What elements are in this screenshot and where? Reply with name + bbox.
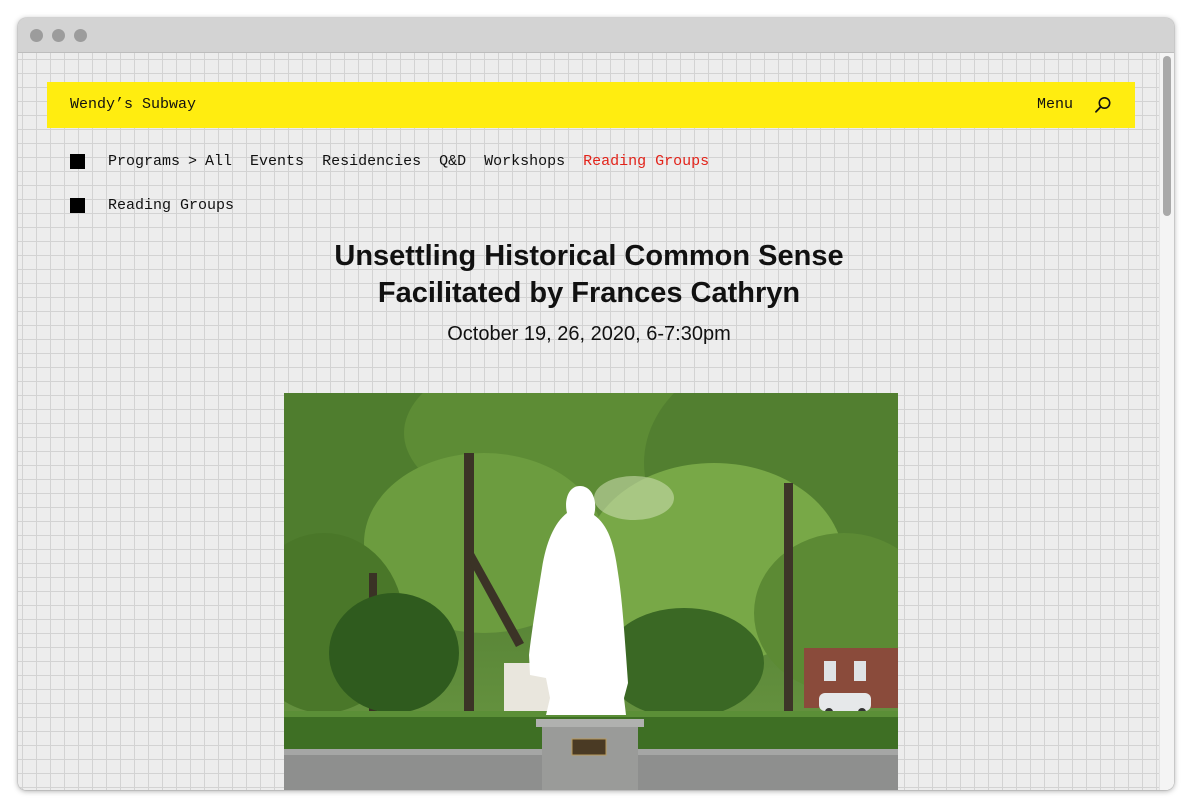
event-title-line2: Facilitated by Frances Cathryn bbox=[377, 277, 801, 309]
scrollbar-thumb[interactable] bbox=[1163, 56, 1171, 216]
event-title-line1: Unsettling Historical Common Sense bbox=[334, 240, 844, 272]
nav-item-reading-groups[interactable]: Reading Groups bbox=[583, 153, 709, 170]
nav-item-residencies[interactable]: Residencies bbox=[322, 153, 421, 170]
window-minimize-dot[interactable] bbox=[52, 29, 65, 42]
nav-item-workshops[interactable]: Workshops bbox=[484, 153, 565, 170]
event-date: October 19, 26, 2020, 6-7:30pm bbox=[447, 323, 731, 345]
program-nav: Programs > All Events Residencies Q&D Work… bbox=[70, 151, 727, 171]
scrollbar-track[interactable] bbox=[1159, 53, 1174, 790]
breadcrumb-programs[interactable]: Programs bbox=[108, 153, 180, 170]
browser-titlebar bbox=[18, 18, 1174, 53]
nav-item-qd[interactable]: Q&D bbox=[439, 153, 466, 170]
window-close-dot[interactable] bbox=[30, 29, 43, 42]
menu-button[interactable]: Menu bbox=[1037, 96, 1073, 113]
site-title-link[interactable]: Wendy’s Subway bbox=[70, 96, 196, 113]
nav-item-events[interactable]: Events bbox=[250, 153, 304, 170]
category-tag-reading-groups[interactable]: Reading Groups bbox=[108, 197, 234, 214]
event-title: Unsettling Historical Common Sense Facil… bbox=[18, 238, 1160, 312]
breadcrumb: Programs > All bbox=[108, 153, 250, 170]
square-bullet-icon bbox=[70, 153, 85, 169]
search-icon[interactable] bbox=[1093, 95, 1113, 115]
hero-image bbox=[284, 393, 898, 790]
category-row: Reading Groups bbox=[70, 195, 252, 215]
page-viewport: Wendy’s Subway Menu Programs > All Events … bbox=[18, 53, 1174, 790]
window-maximize-dot[interactable] bbox=[74, 29, 87, 42]
site-header: Wendy’s Subway Menu bbox=[47, 82, 1135, 128]
square-bullet-icon bbox=[70, 197, 85, 213]
breadcrumb-separator: > bbox=[188, 152, 198, 170]
browser-window: Wendy’s Subway Menu Programs > All Events … bbox=[18, 18, 1174, 790]
breadcrumb-all[interactable]: All bbox=[205, 153, 232, 170]
